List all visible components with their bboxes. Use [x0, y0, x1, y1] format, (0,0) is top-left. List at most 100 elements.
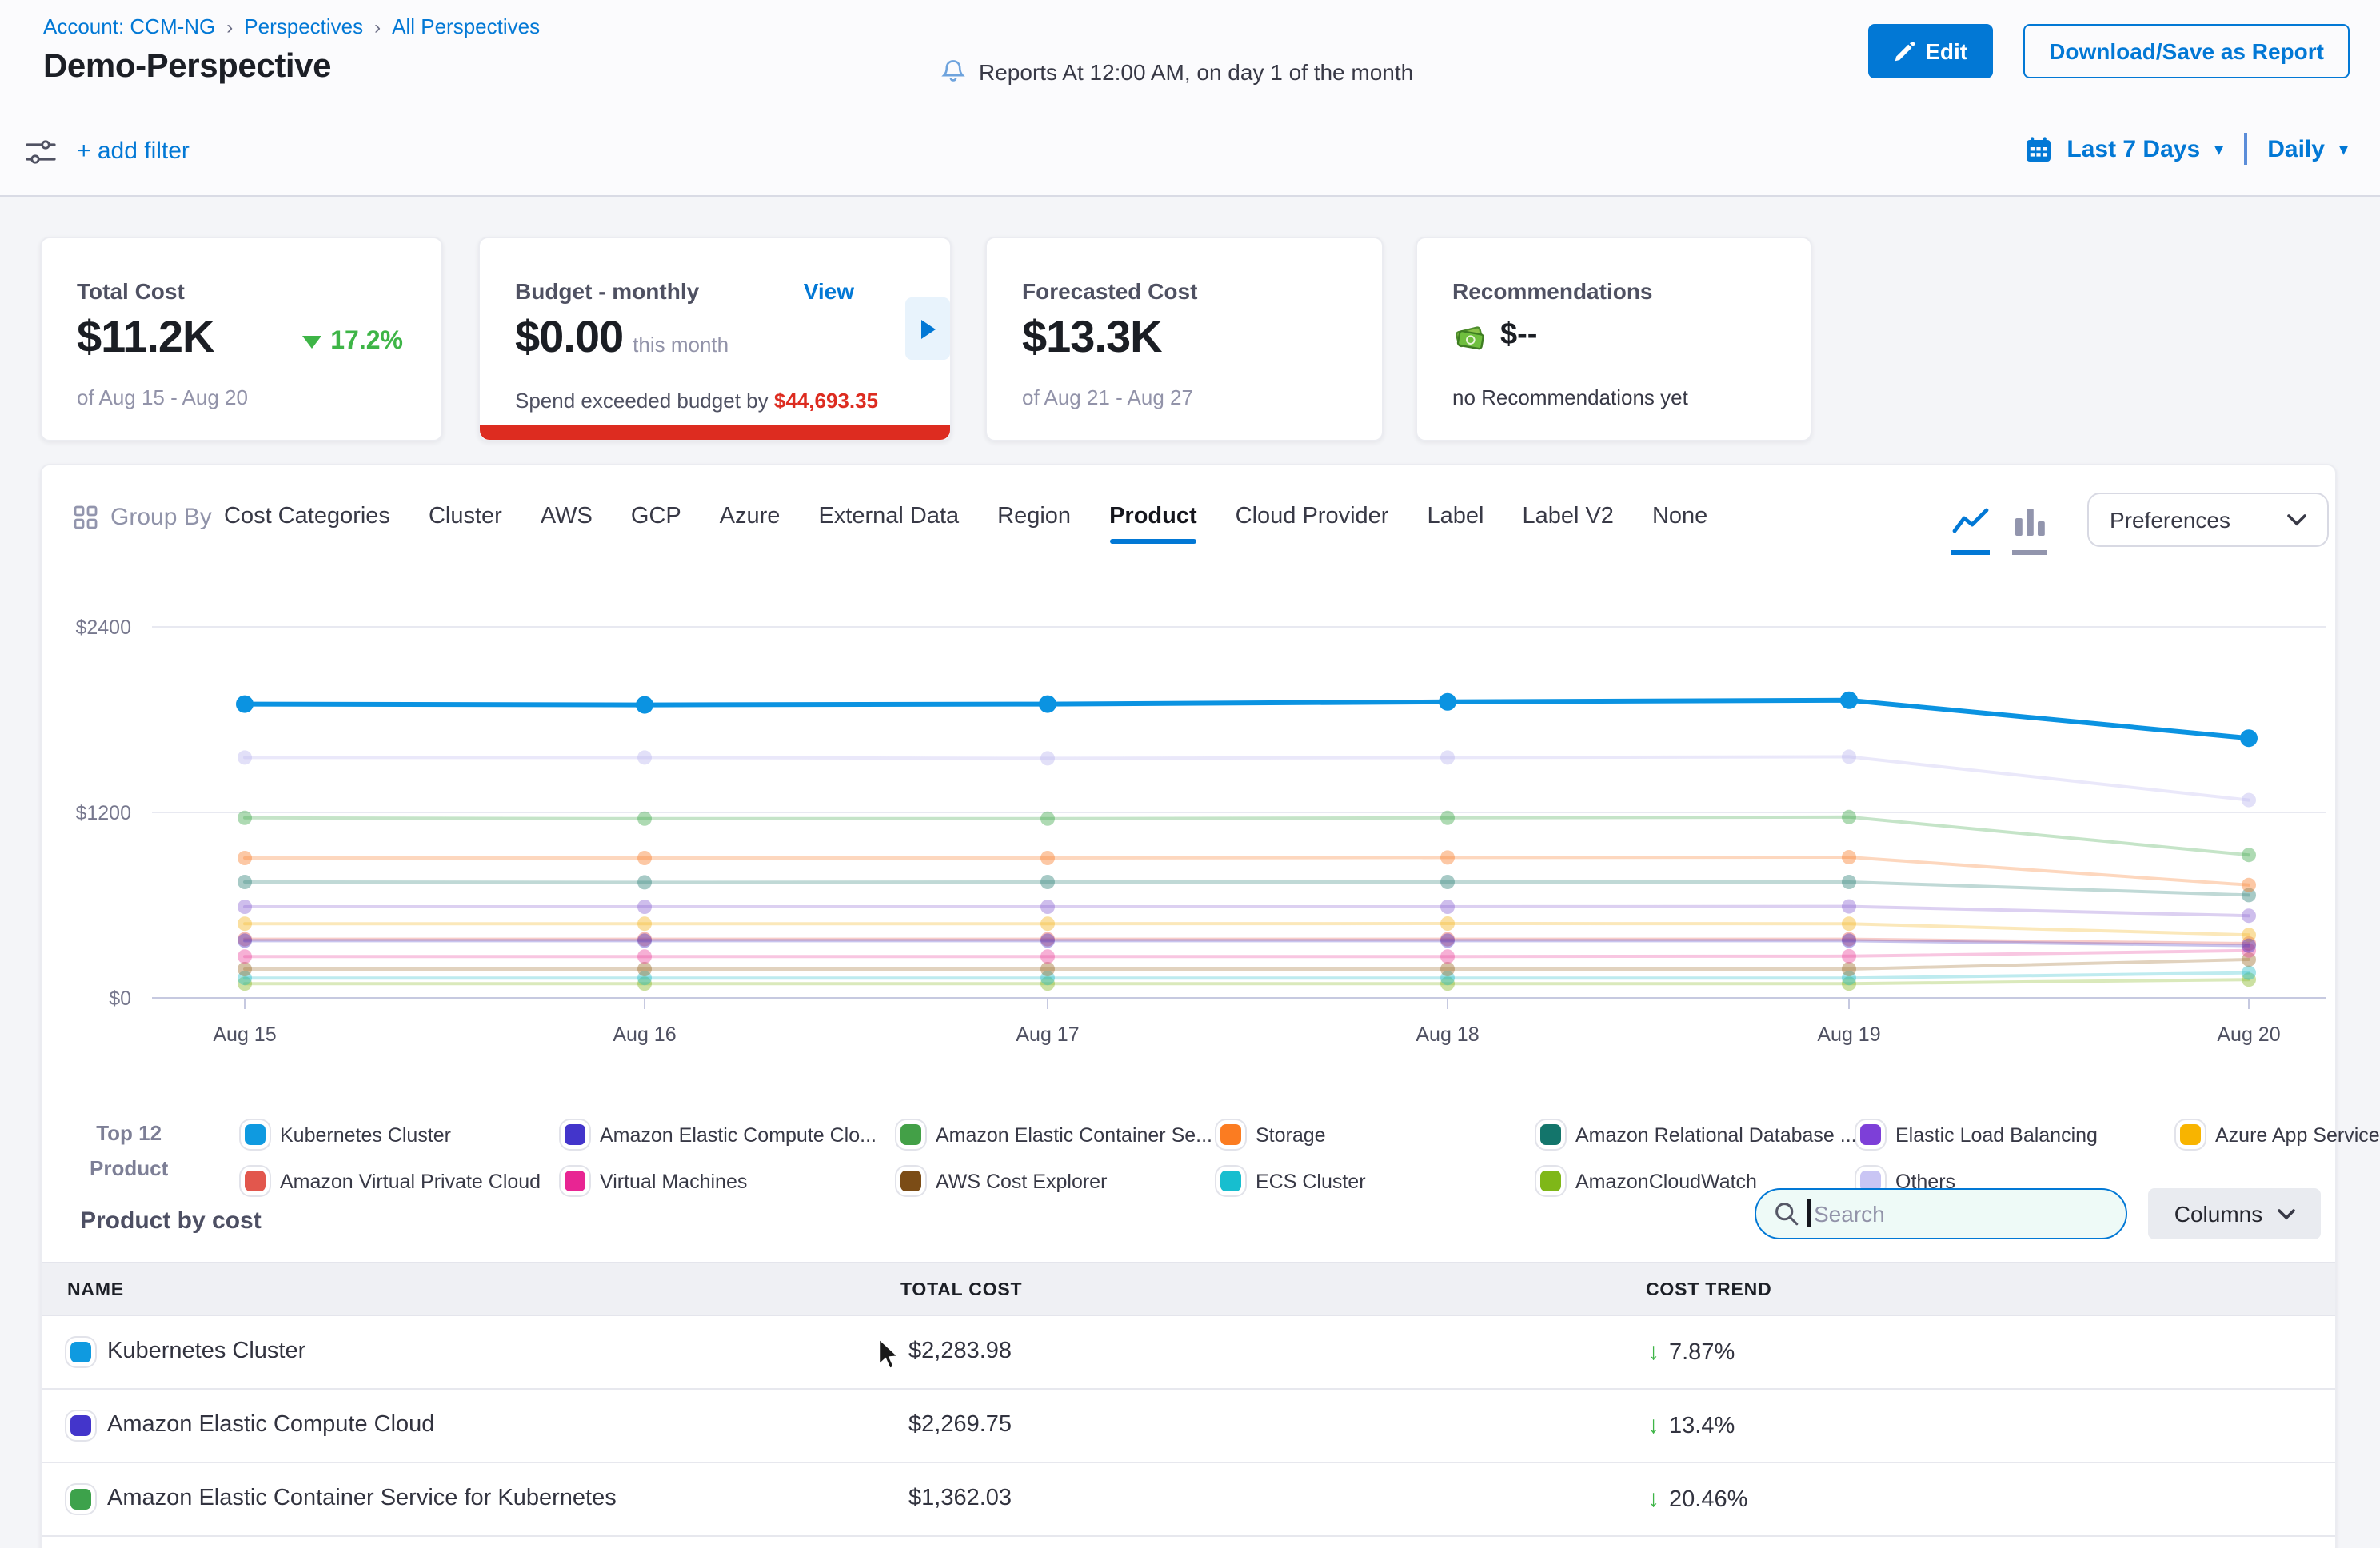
- trend-down-icon: [301, 336, 321, 349]
- table-row-kubernetes-cluster[interactable]: Kubernetes Cluster$2,283.98↓7.87%: [42, 1316, 2335, 1390]
- reports-note-text: Reports At 12:00 AM, on day 1 of the mon…: [979, 58, 1413, 84]
- search-input[interactable]: [1755, 1188, 2127, 1239]
- download-save-report-button[interactable]: Download/Save as Report: [2023, 24, 2350, 78]
- legend-swatch: [245, 1124, 266, 1145]
- legend-item-aws-cost-explorer[interactable]: AWS Cost Explorer: [900, 1158, 1220, 1204]
- total-cost-trend: 17.2%: [301, 328, 403, 357]
- total-cost-period: of Aug 15 - Aug 20: [77, 385, 248, 409]
- legend-item-amazon-elastic-compute-clo[interactable]: Amazon Elastic Compute Clo...: [565, 1111, 900, 1158]
- chevron-down-icon[interactable]: ▾: [2214, 138, 2223, 159]
- group-by-tab-region[interactable]: Region: [997, 504, 1071, 529]
- legend-item-storage[interactable]: Storage: [1220, 1111, 1540, 1158]
- row-cost-trend: ↓20.46%: [1647, 1486, 1747, 1513]
- column-header-cost-trend[interactable]: COST TREND: [1646, 1263, 1772, 1318]
- breadcrumb-account-link[interactable]: Account: CCM-NG: [43, 14, 215, 38]
- group-by-tab-aws[interactable]: AWS: [541, 504, 593, 529]
- row-name: Amazon Elastic Container Service for Kub…: [107, 1486, 617, 1511]
- group-by-tab-label[interactable]: Label: [1427, 504, 1484, 529]
- add-filter-button[interactable]: + add filter: [77, 138, 190, 165]
- filter-bar: + add filter Last 7 Days ▾ Daily ▾: [0, 109, 2380, 197]
- legend-label: Amazon Elastic Container Se...: [936, 1123, 1212, 1146]
- legend-item-ecs-cluster[interactable]: ECS Cluster: [1220, 1158, 1540, 1204]
- preferences-dropdown[interactable]: Preferences: [2087, 493, 2329, 547]
- breadcrumb-separator-icon: ›: [374, 15, 381, 38]
- legend-item-amazon-virtual-private-cloud[interactable]: Amazon Virtual Private Cloud: [245, 1158, 565, 1204]
- group-by-tab-cluster[interactable]: Cluster: [429, 504, 502, 529]
- legend-swatch: [565, 1124, 585, 1145]
- column-header-name[interactable]: NAME: [67, 1263, 124, 1318]
- line-chart-icon[interactable]: [1951, 507, 1990, 555]
- ccm-perspective-page: Account: CCM-NG › Perspectives › All Per…: [0, 0, 2380, 1548]
- trend-down-icon: ↓: [1647, 1486, 1659, 1513]
- forecasted-cost-card: Forecasted Cost $13.3K of Aug 21 - Aug 2…: [985, 237, 1384, 441]
- legend-swatch: [2180, 1124, 2201, 1145]
- chevron-down-icon: [2277, 1208, 2294, 1219]
- row-total-cost: $2,283.98: [908, 1339, 1012, 1364]
- chart-type-toggle: [1951, 507, 2047, 555]
- legend-item-azure-app-service[interactable]: Azure App Service: [2180, 1111, 2380, 1158]
- group-by-tab-product[interactable]: Product: [1109, 504, 1197, 529]
- edit-button[interactable]: Edit: [1867, 24, 1993, 78]
- group-by-tab-label-v2[interactable]: Label V2: [1522, 504, 1614, 529]
- budget-exceeded-bar: [480, 425, 950, 440]
- table-row-amazon-elastic-container-service-for-kubernetes[interactable]: Amazon Elastic Container Service for Kub…: [42, 1463, 2335, 1537]
- edit-button-label: Edit: [1925, 38, 1967, 64]
- legend-swatch: [565, 1171, 585, 1191]
- legend-swatch: [900, 1171, 921, 1191]
- total-cost-value: $11.2K: [77, 312, 214, 363]
- group-by-tabs: Cost Categories Cluster AWS GCP Azure Externa…: [224, 504, 1707, 529]
- text-caret: [1807, 1199, 1810, 1227]
- row-name: Amazon Elastic Compute Cloud: [107, 1412, 434, 1438]
- budget-expand-button[interactable]: [905, 297, 950, 360]
- legend-item-virtual-machines[interactable]: Virtual Machines: [565, 1158, 900, 1204]
- group-by-tab-cloud-provider[interactable]: Cloud Provider: [1236, 504, 1389, 529]
- budget-view-link[interactable]: View: [804, 278, 854, 304]
- breadcrumb: Account: CCM-NG › Perspectives › All Per…: [43, 14, 540, 38]
- bell-icon: [940, 58, 966, 85]
- table-row-amazon-elastic-compute-cloud[interactable]: Amazon Elastic Compute Cloud$2,269.75↓13…: [42, 1390, 2335, 1463]
- header-actions: Edit Download/Save as Report: [1867, 24, 2350, 78]
- time-controls: Last 7 Days ▾ Daily ▾: [2025, 133, 2348, 165]
- legend-label: Amazon Elastic Compute Clo...: [600, 1123, 877, 1146]
- group-by-tab-cost-categories[interactable]: Cost Categories: [224, 504, 390, 529]
- budget-value-suffix: this month: [633, 333, 729, 357]
- legend-item-elastic-load-balancing[interactable]: Elastic Load Balancing: [1860, 1111, 2180, 1158]
- legend-item-amazon-relational-database[interactable]: Amazon Relational Database ...: [1540, 1111, 1860, 1158]
- cost-line-chart[interactable]: $0$1200$2400Aug 15Aug 16Aug 17Aug 18Aug …: [42, 601, 2338, 1081]
- svg-text:Aug 18: Aug 18: [1416, 1023, 1479, 1046]
- row-color-swatch: [70, 1489, 91, 1510]
- group-by-label: Group By: [110, 504, 212, 531]
- columns-button-label: Columns: [2174, 1201, 2263, 1227]
- row-total-cost: $1,362.03: [908, 1486, 1012, 1511]
- column-header-total-cost[interactable]: TOTAL COST: [900, 1263, 1022, 1318]
- granularity-dropdown[interactable]: Daily: [2267, 135, 2325, 162]
- time-range-dropdown[interactable]: Last 7 Days: [2067, 135, 2200, 162]
- play-icon: [920, 319, 935, 338]
- forecasted-cost-value: $13.3K: [1022, 312, 1162, 363]
- total-cost-label: Total Cost: [77, 278, 185, 304]
- legend-item-kubernetes-cluster[interactable]: Kubernetes Cluster: [245, 1111, 565, 1158]
- legend-label: ECS Cluster: [1256, 1170, 1366, 1192]
- columns-button[interactable]: Columns: [2148, 1188, 2321, 1239]
- group-by-tab-azure[interactable]: Azure: [720, 504, 781, 529]
- chevron-down-icon[interactable]: ▾: [2339, 138, 2348, 159]
- page-title: Demo-Perspective: [43, 48, 331, 86]
- breadcrumb-all-perspectives-link[interactable]: All Perspectives: [392, 14, 540, 38]
- recommendations-note: no Recommendations yet: [1452, 385, 1688, 409]
- calendar-icon: [2025, 135, 2052, 162]
- row-color-swatch: [70, 1342, 91, 1362]
- group-by-tab-gcp[interactable]: GCP: [631, 504, 681, 529]
- legend-item-amazon-elastic-container-se[interactable]: Amazon Elastic Container Se...: [900, 1111, 1220, 1158]
- legend-label: Amazon Virtual Private Cloud: [280, 1170, 541, 1192]
- legend-label: Elastic Load Balancing: [1895, 1123, 2098, 1146]
- table-header-row: NAME TOTAL COST COST TREND: [42, 1262, 2335, 1316]
- bar-chart-icon[interactable]: [2012, 507, 2047, 555]
- group-by-tab-external-data[interactable]: External Data: [818, 504, 959, 529]
- row-color-swatch: [70, 1415, 91, 1436]
- pencil-icon: [1893, 41, 1914, 62]
- filter-settings-icon[interactable]: [26, 138, 56, 174]
- legend-label: Amazon Relational Database ...: [1575, 1123, 1857, 1146]
- breadcrumb-perspectives-link[interactable]: Perspectives: [244, 14, 363, 38]
- row-cost-trend: ↓13.4%: [1647, 1412, 1735, 1439]
- group-by-tab-none[interactable]: None: [1652, 504, 1707, 529]
